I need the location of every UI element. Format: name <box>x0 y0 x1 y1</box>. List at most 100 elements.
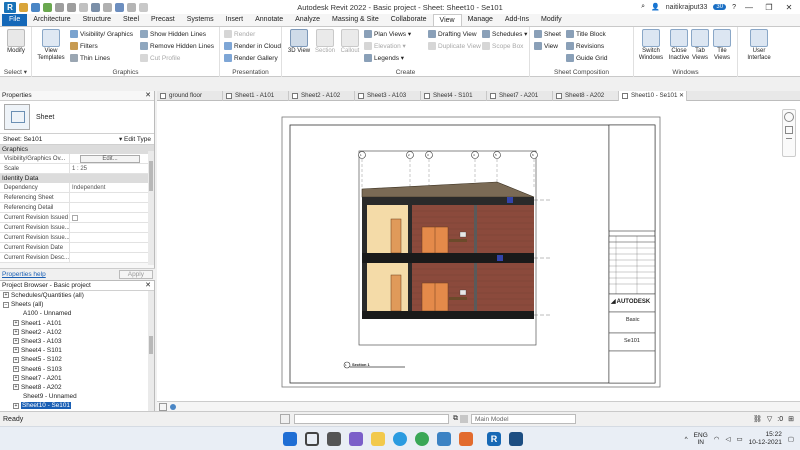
duplicate-view-button[interactable]: Duplicate View ▾ <box>428 41 486 51</box>
store-icon[interactable] <box>437 432 451 446</box>
view-tab-sheet2[interactable]: Sheet2 - A102 <box>289 91 355 101</box>
search-taskbar-icon[interactable] <box>305 432 319 446</box>
view-tab-sheet4[interactable]: Sheet4 - S101 <box>421 91 487 101</box>
modify-button[interactable]: Modify <box>3 29 29 55</box>
tab-modify[interactable]: Modify <box>535 14 568 26</box>
battery-icon[interactable]: ▭ <box>736 435 742 443</box>
render-cloud-button[interactable]: Render in Cloud <box>224 41 281 51</box>
category-identity-data[interactable]: Identity Data <box>0 174 154 183</box>
browser-item[interactable]: + Sheet2 - A102 <box>0 328 154 337</box>
edit-type-button[interactable]: ▾ Edit Type <box>119 135 151 143</box>
redo-icon[interactable] <box>67 2 76 12</box>
expand-icon[interactable]: + <box>13 384 19 391</box>
close-window-button[interactable]: ✕ <box>782 3 796 12</box>
view-templates-button[interactable]: View Templates <box>36 29 66 62</box>
text-icon[interactable] <box>103 2 112 12</box>
view-tab-sheet3[interactable]: Sheet3 - A103 <box>355 91 421 101</box>
title-block-button[interactable]: Title Block <box>566 29 606 39</box>
undo-icon[interactable] <box>55 2 64 12</box>
tab-annotate[interactable]: Annotate <box>249 14 289 26</box>
drawing-canvas[interactable]: 1 Section 1 1 2 3 4 5 6 ◢ AUTODESK Basic… <box>157 101 800 411</box>
collapse-icon[interactable]: − <box>3 301 9 308</box>
tab-file[interactable]: File <box>2 14 28 26</box>
link-icon[interactable]: ⛓ <box>753 415 762 423</box>
tab-steel[interactable]: Steel <box>117 14 145 26</box>
plan-views-button[interactable]: Plan Views ▾ <box>364 29 411 39</box>
browser-item[interactable]: Sheet9 - Unnamed <box>0 392 154 401</box>
expand-icon[interactable]: + <box>13 329 19 336</box>
expand-icon[interactable]: + <box>13 365 19 372</box>
prop-value[interactable] <box>70 193 154 202</box>
tab-analyze[interactable]: Analyze <box>289 14 326 26</box>
measure-icon[interactable] <box>91 2 100 12</box>
tab-massing-site[interactable]: Massing & Site <box>326 14 385 26</box>
drafting-view-button[interactable]: Drafting View <box>428 29 477 39</box>
close-tab-icon[interactable]: ✕ <box>679 91 684 101</box>
expand-icon[interactable]: + <box>13 356 19 363</box>
section-icon[interactable] <box>127 2 136 12</box>
photos-icon[interactable] <box>509 432 523 446</box>
user-icon[interactable]: 👤 <box>651 3 660 11</box>
chrome-icon[interactable] <box>415 432 429 446</box>
properties-scrollbar[interactable] <box>148 151 154 265</box>
tab-systems[interactable]: Systems <box>181 14 220 26</box>
close-browser-icon[interactable]: ✕ <box>145 281 151 291</box>
workset-field[interactable] <box>294 414 449 424</box>
editable-icon[interactable]: ⧉ <box>453 415 458 423</box>
category-graphics[interactable]: Graphics <box>0 145 154 154</box>
edit-visibility-button[interactable]: Edit... <box>80 155 140 163</box>
prop-value[interactable]: Independent <box>70 183 154 192</box>
callout-button[interactable]: Callout <box>337 29 363 55</box>
notification-icon[interactable]: ▢ <box>788 435 794 443</box>
browser-scrollbar[interactable] <box>148 291 154 411</box>
wifi-icon[interactable]: ◠ <box>714 435 720 443</box>
revit-logo-icon[interactable]: R <box>4 1 16 13</box>
expand-icon[interactable]: + <box>3 292 9 299</box>
visibility-graphics-button[interactable]: Visibility/ Graphics <box>70 29 133 39</box>
open-icon[interactable] <box>19 2 28 12</box>
view-tab-sheet10[interactable]: Sheet10 - Se101 ✕ <box>619 91 687 101</box>
expand-icon[interactable]: + <box>13 347 19 354</box>
guide-grid-button[interactable]: Guide Grid <box>566 53 607 63</box>
browser-item[interactable]: + Sheet1 - A101 <box>0 319 154 328</box>
close-properties-icon[interactable]: ✕ <box>145 91 151 101</box>
remove-hidden-lines-button[interactable]: Remove Hidden Lines <box>140 41 214 51</box>
user-interface-button[interactable]: User Interface <box>744 29 774 62</box>
temporary-hide-icon[interactable] <box>170 403 176 410</box>
browser-item[interactable]: + Schedules/Quantities (all) <box>0 291 154 300</box>
browser-item[interactable]: + Sheet10 - Se101 <box>0 401 154 410</box>
trial-badge[interactable]: 30 <box>713 4 727 10</box>
render-button[interactable]: Render <box>224 29 255 39</box>
expand-icon[interactable]: + <box>13 319 19 326</box>
view-tab-sheet8[interactable]: Sheet8 - A202 <box>553 91 619 101</box>
prop-value[interactable] <box>70 243 154 252</box>
task-view-icon[interactable] <box>327 432 341 446</box>
revit-taskbar-icon[interactable]: R <box>487 432 501 446</box>
prop-value[interactable] <box>70 223 154 232</box>
thin-lines-button[interactable]: Thin Lines <box>70 53 110 63</box>
section-button[interactable]: Section <box>312 29 338 55</box>
type-selector[interactable]: Sheet <box>0 101 154 134</box>
view-button[interactable]: View <box>534 41 558 51</box>
tab-add-ins[interactable]: Add-Ins <box>499 14 535 26</box>
revisions-button[interactable]: Revisions <box>566 41 604 51</box>
browser-item[interactable]: − Sheets (all) <box>0 300 154 309</box>
file-explorer-icon[interactable] <box>371 432 385 446</box>
minimize-button[interactable]: — <box>742 3 756 12</box>
browser-item[interactable]: + Sheet3 - A103 <box>0 337 154 346</box>
steering-wheel-icon[interactable] <box>784 112 794 122</box>
tab-precast[interactable]: Precast <box>145 14 181 26</box>
search-icon[interactable]: ⌕ <box>641 3 645 11</box>
elevation-button[interactable]: Elevation ▾ <box>364 41 406 51</box>
browser-item[interactable]: A100 - Unnamed <box>0 309 154 318</box>
legends-button[interactable]: Legends ▾ <box>364 53 404 63</box>
save-icon[interactable] <box>31 2 40 12</box>
browser-item[interactable]: + Sheet8 - A202 <box>0 383 154 392</box>
expand-icon[interactable]: + <box>13 375 19 381</box>
view-tab-sheet7[interactable]: Sheet7 - A201 <box>487 91 553 101</box>
instance-selector[interactable]: Sheet: Se101 ▾ Edit Type <box>0 134 154 145</box>
teams-chat-icon[interactable] <box>349 432 363 446</box>
render-gallery-button[interactable]: Render Gallery <box>224 53 278 63</box>
language-indicator[interactable]: ENG IN <box>694 432 708 446</box>
tab-insert[interactable]: Insert <box>220 14 250 26</box>
